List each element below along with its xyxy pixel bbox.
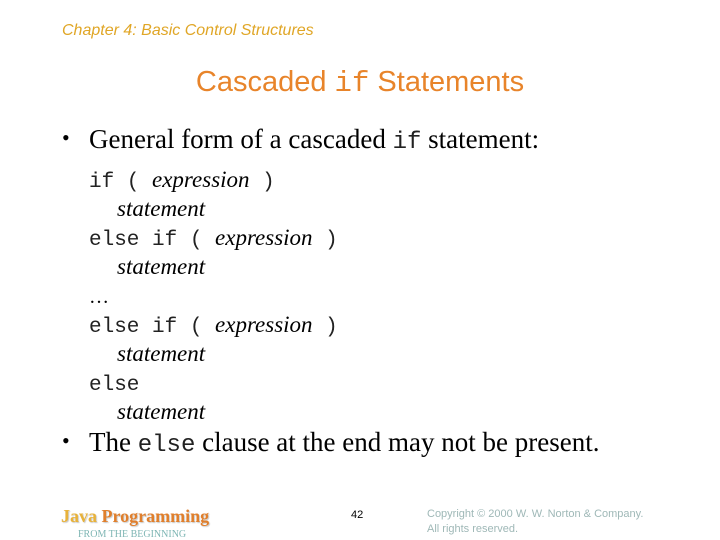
ellipsis: …: [89, 286, 109, 308]
code-placeholder: expression: [215, 225, 313, 250]
bullet-else-optional: • The else clause at the end may not be p…: [62, 427, 599, 459]
book-brand-logo: Java Programming: [61, 506, 209, 527]
code-keyword: if (: [89, 171, 153, 194]
brand-subtitle: FROM THE BEGINNING: [78, 529, 187, 540]
code-line-else: else: [89, 368, 338, 397]
code-keyword: else if (: [89, 229, 216, 252]
code-keyword: else if (: [89, 316, 216, 339]
bullet-text-before: General form of a cascaded: [89, 124, 393, 154]
bullet-code: if: [392, 129, 422, 156]
code-line-else-if: else if ( expression ): [89, 223, 338, 252]
code-line-statement: statement: [89, 339, 338, 368]
code-placeholder: statement: [117, 254, 206, 279]
brand-java: Java: [61, 506, 102, 526]
title-prefix: Cascaded: [195, 66, 335, 98]
rights-line: All rights reserved.: [427, 523, 519, 535]
bullet-code: else: [137, 432, 196, 459]
code-line-statement: statement: [89, 194, 338, 223]
code-placeholder: statement: [117, 196, 206, 221]
code-keyword: ): [249, 171, 275, 194]
code-line-else-if: else if ( expression ): [89, 310, 338, 339]
slide-title: Cascaded if Statements: [0, 66, 720, 100]
code-line-statement: statement: [89, 397, 338, 426]
code-keyword: else: [89, 374, 140, 397]
bullet-general-form: • General form of a cascaded if statement…: [62, 124, 539, 156]
code-line-statement: statement: [89, 252, 338, 281]
brand-programming: Programming: [101, 506, 210, 526]
chapter-heading: Chapter 4: Basic Control Structures: [62, 22, 314, 39]
bullet-icon: •: [62, 125, 70, 150]
code-placeholder: statement: [117, 399, 206, 424]
code-placeholder: statement: [117, 341, 206, 366]
code-keyword: ): [312, 316, 338, 339]
bullet-text-after: statement:: [421, 124, 540, 154]
copyright-line: Copyright © 2000 W. W. Norton & Company.: [427, 508, 644, 520]
code-line-ellipsis: …: [89, 281, 338, 310]
code-placeholder: expression: [152, 167, 250, 192]
page-number: 42: [351, 509, 364, 521]
cascaded-if-form: if ( expression ) statement else if ( ex…: [89, 165, 338, 426]
code-keyword: ): [312, 229, 338, 252]
bullet-text-after: clause at the end may not be present.: [195, 427, 600, 457]
copyright-notice: Copyright © 2000 W. W. Norton & Company.…: [427, 507, 643, 537]
title-code: if: [334, 67, 370, 100]
code-placeholder: expression: [215, 312, 313, 337]
code-line-if: if ( expression ): [89, 165, 338, 194]
bullet-icon: •: [62, 428, 70, 453]
title-suffix: Statements: [369, 66, 525, 98]
bullet-text-before: The: [89, 427, 138, 457]
